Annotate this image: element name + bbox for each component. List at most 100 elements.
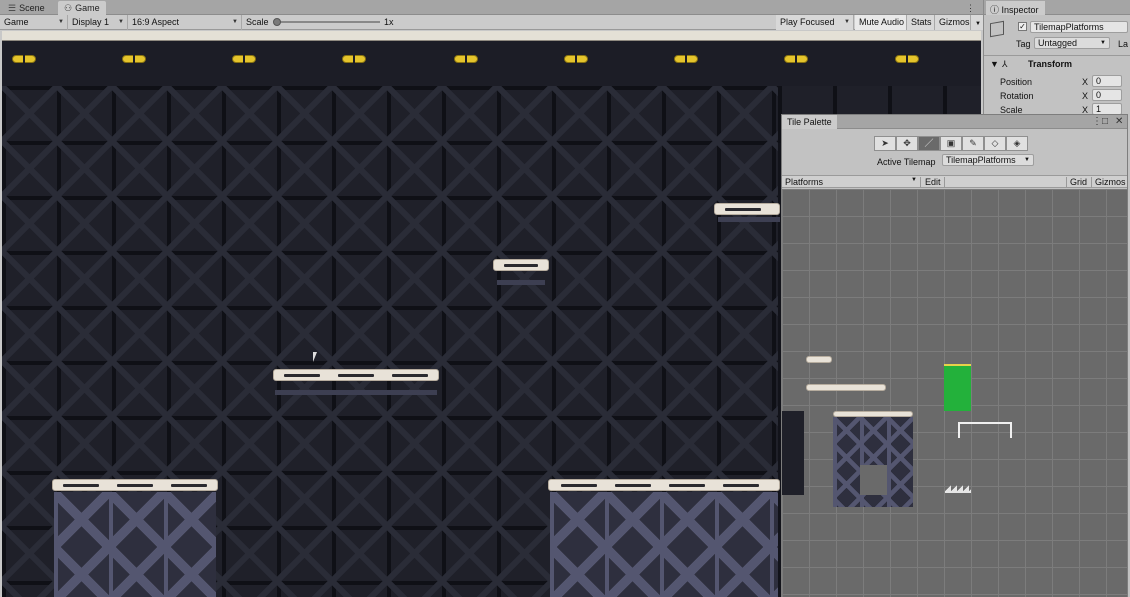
chevron-down-icon: ▼ [911, 177, 917, 183]
platform-stripe [561, 484, 597, 487]
platform-support [718, 217, 780, 222]
coin [564, 55, 588, 63]
palette-tile-platform-small[interactable] [806, 356, 832, 363]
rotation-x-label: X [1082, 91, 1089, 101]
platform-tile [714, 203, 780, 215]
box-fill-tool-icon[interactable]: ▣ [940, 136, 962, 151]
chevron-down-icon: ▼ [844, 19, 850, 25]
platform-stripe [504, 264, 538, 267]
chevron-down-icon: ▼ [975, 21, 981, 27]
tab-scene[interactable]: ☰ Scene [2, 1, 51, 15]
move-tool-icon[interactable]: ✥ [896, 136, 918, 151]
ruler-strip [2, 31, 981, 41]
eraser-tool-icon[interactable]: ◇ [984, 136, 1006, 151]
tag-dropdown[interactable]: Untagged ▼ [1034, 37, 1110, 49]
maximize-icon[interactable]: □ [1102, 116, 1108, 127]
rotation-label: Rotation [1000, 91, 1034, 101]
aspect-dropdown[interactable]: 16:9 Aspect ▼ [128, 15, 242, 30]
fill-tool-icon[interactable]: ◈ [1006, 136, 1028, 151]
palette-empty-cell [860, 465, 887, 495]
platform-stripe [171, 484, 207, 487]
tile-palette-titlebar[interactable]: Tile Palette ⋮ □ ✕ [782, 115, 1127, 129]
paintbrush-tool-icon[interactable]: ／ [918, 136, 940, 151]
rotation-x-field[interactable]: 0 [1092, 89, 1122, 101]
coin [674, 55, 698, 63]
gizmos-toggle[interactable]: Gizmos [1091, 177, 1127, 188]
panel-menu-icon[interactable]: ⋮ [960, 1, 981, 15]
select-tool-icon[interactable]: ➤ [874, 136, 896, 151]
edit-button[interactable]: Edit [925, 177, 945, 188]
gizmos-button[interactable]: Gizmos [935, 15, 971, 30]
grid-toggle[interactable]: Grid [1066, 177, 1088, 188]
mouse-cursor [313, 352, 317, 362]
platform-stripe [392, 374, 428, 377]
palette-tile-wall[interactable] [782, 411, 804, 495]
game-tabbar: ☰ Scene ⚇ Game ⋮ [0, 0, 983, 15]
platform-stripe [63, 484, 99, 487]
active-tilemap-dropdown[interactable]: TilemapPlatforms ▼ [942, 154, 1034, 166]
foldout-arrow-icon[interactable]: ▼ [990, 59, 999, 69]
platform-tile [273, 369, 439, 381]
coin [122, 55, 146, 63]
palette-tile-platform[interactable] [806, 384, 886, 391]
tab-inspector[interactable]: ⓘ Inspector [986, 1, 1045, 15]
coin [895, 55, 919, 63]
play-focused-dropdown[interactable]: Play Focused ▼ [776, 15, 854, 30]
platform-support [497, 280, 545, 285]
coin [342, 55, 366, 63]
tab-tile-palette[interactable]: Tile Palette [782, 115, 837, 129]
truss-support [550, 492, 778, 597]
palette-tile-spikes[interactable] [945, 483, 971, 493]
coin [454, 55, 478, 63]
transform-icon: ⅄ [1002, 59, 1008, 69]
gizmos-menu-chevron[interactable]: ▼ [971, 15, 983, 30]
coin [784, 55, 808, 63]
platform-support [275, 390, 437, 395]
menu-dots-icon[interactable]: ⋮ [1092, 116, 1102, 127]
position-x-field[interactable]: 0 [1092, 75, 1122, 87]
active-checkbox[interactable]: ✓ [1018, 22, 1027, 31]
mute-audio-button[interactable]: Mute Audio [855, 15, 907, 30]
scene-grid-icon: ☰ [8, 3, 17, 13]
platform-stripe [117, 484, 153, 487]
scale-slider-track[interactable] [278, 21, 380, 23]
display-dropdown[interactable]: Display 1 ▼ [68, 15, 128, 30]
info-icon: ⓘ [990, 5, 1002, 15]
gameobject-cube-icon [990, 20, 1004, 38]
tag-label: Tag [1016, 39, 1031, 49]
object-name-field[interactable]: TilemapPlatforms [1030, 21, 1128, 33]
platform-stripe [284, 374, 320, 377]
display-mode-dropdown[interactable]: Game ▼ [0, 15, 68, 30]
layer-label: La [1118, 39, 1129, 49]
tab-game[interactable]: ⚇ Game [58, 1, 106, 15]
close-icon[interactable]: ✕ [1115, 116, 1123, 127]
platform-stripe [725, 208, 761, 211]
platform-tile [52, 479, 218, 491]
chevron-down-icon: ▼ [1100, 40, 1106, 46]
active-tilemap-label: Active Tilemap [877, 157, 936, 167]
platform-stripe [723, 484, 759, 487]
inspector-tabbar: ⓘ Inspector [984, 0, 1130, 15]
platform-stripe [669, 484, 705, 487]
divider [984, 55, 1130, 56]
palette-canvas[interactable] [782, 189, 1127, 597]
transform-header: Transform [1028, 59, 1073, 69]
palette-tile-green-block[interactable] [944, 364, 971, 411]
picker-tool-icon[interactable]: ✎ [962, 136, 984, 151]
coin-row [2, 41, 981, 86]
palette-bar: Platforms ▼ Edit Grid Gizmos [782, 175, 1127, 188]
coin [232, 55, 256, 63]
game-toolbar: Game ▼ Display 1 ▼ 16:9 Aspect ▼ Scale 1x P… [0, 15, 983, 30]
truss-support [54, 492, 216, 597]
position-x-label: X [1082, 77, 1089, 87]
stats-button[interactable]: Stats [907, 15, 935, 30]
platform-stripe [338, 374, 374, 377]
palette-tile-frame[interactable] [958, 422, 1012, 438]
palette-dropdown[interactable]: Platforms ▼ [785, 177, 921, 188]
coin [12, 55, 36, 63]
tile-palette-window: Tile Palette ⋮ □ ✕ ➤ ✥ ／ ▣ ✎ ◇ ◈ Active … [781, 114, 1128, 597]
chevron-down-icon: ▼ [232, 19, 238, 25]
gamepad-icon: ⚇ [64, 3, 73, 13]
scale-slider-knob[interactable] [273, 18, 281, 26]
chevron-down-icon: ▼ [58, 19, 64, 25]
